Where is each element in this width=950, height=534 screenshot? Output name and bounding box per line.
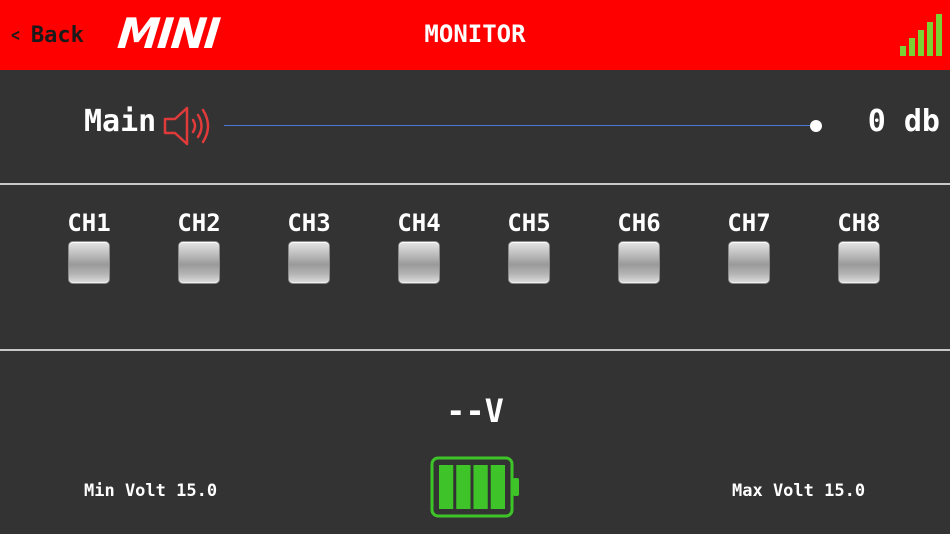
channel-toggle-button[interactable] — [179, 242, 219, 283]
channel-toggle-button[interactable] — [69, 242, 109, 283]
channel-label: CH3 — [287, 209, 331, 237]
channel-toggle-button[interactable] — [509, 242, 549, 283]
channel-toggle-button[interactable] — [839, 242, 879, 283]
battery-terminal — [513, 478, 519, 496]
battery-cell — [490, 465, 505, 509]
signal-bar-4 — [927, 22, 933, 56]
signal-bar-3 — [918, 30, 924, 56]
monitor-screen: < Back MINI MONITOR Main 0 db CH1 CH2 CH3 C… — [0, 0, 950, 534]
channel-label: CH2 — [177, 209, 221, 237]
brand-logo: MINI — [115, 9, 221, 58]
slider-track — [224, 125, 816, 126]
channel-7: CH7 — [694, 206, 804, 296]
chevron-left-icon: < — [11, 24, 20, 46]
channel-2: CH2 — [144, 206, 254, 296]
channel-label: CH6 — [617, 209, 661, 237]
battery-cell — [439, 465, 454, 509]
slider-thumb[interactable] — [810, 120, 822, 132]
min-volt-label: Min Volt 15.0 — [84, 481, 218, 501]
back-label: Back — [30, 22, 84, 48]
divider-bottom — [0, 349, 950, 351]
channel-label: CH8 — [837, 209, 881, 237]
header-bar: < Back MINI MONITOR — [0, 0, 950, 70]
db-readout: 0 db — [867, 104, 940, 139]
max-volt-label: Max Volt 15.0 — [732, 481, 866, 501]
channel-row: CH1 CH2 CH3 CH4 CH5 CH6 CH7 CH8 — [34, 206, 914, 296]
channel-5: CH5 — [474, 206, 584, 296]
channel-toggle-button[interactable] — [289, 242, 329, 283]
channel-label: CH1 — [67, 209, 111, 237]
channel-1: CH1 — [34, 206, 144, 296]
main-volume-slider[interactable] — [224, 115, 824, 137]
channel-label: CH7 — [727, 209, 771, 237]
battery-cell — [456, 465, 471, 509]
channel-label: CH5 — [507, 209, 551, 237]
battery-cell — [473, 465, 488, 509]
main-label: Main — [84, 104, 157, 139]
divider-top — [0, 183, 950, 185]
battery-icon — [430, 456, 519, 518]
signal-strength-icon — [900, 14, 942, 56]
signal-bar-5 — [936, 14, 942, 56]
channel-8: CH8 — [804, 206, 914, 296]
speaker-icon[interactable] — [162, 104, 216, 148]
channel-label: CH4 — [397, 209, 441, 237]
channel-toggle-button[interactable] — [399, 242, 439, 283]
signal-bar-1 — [900, 46, 906, 56]
channel-4: CH4 — [364, 206, 474, 296]
back-button[interactable]: < Back — [10, 20, 84, 50]
channel-3: CH3 — [254, 206, 364, 296]
channel-toggle-button[interactable] — [729, 242, 769, 283]
voltage-readout: --V — [446, 392, 504, 430]
channel-toggle-button[interactable] — [619, 242, 659, 283]
channel-6: CH6 — [584, 206, 694, 296]
signal-bar-2 — [909, 38, 915, 56]
